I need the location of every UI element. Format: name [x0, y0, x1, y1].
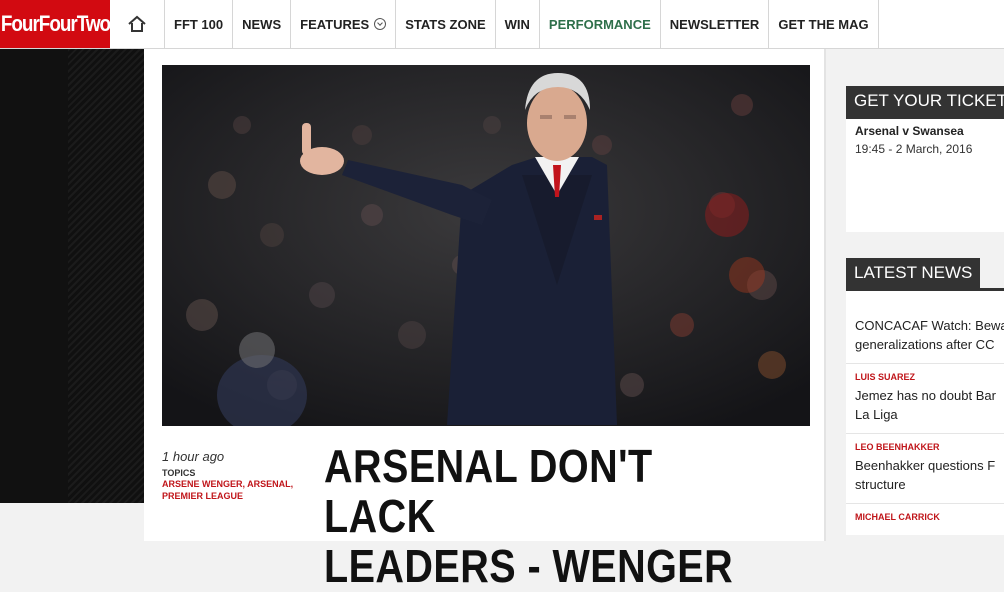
news-category[interactable]: LUIS SUAREZ — [855, 372, 1004, 382]
list-item[interactable]: MICHAEL CARRICK — [846, 504, 1004, 535]
headline-line-2: LEADERS - WENGER — [324, 540, 734, 592]
sidebar-divider — [824, 49, 826, 541]
nav-performance[interactable]: PERFORMANCE — [540, 0, 661, 48]
nav-fft100[interactable]: FFT 100 — [165, 0, 234, 48]
news-title-line: Jemez has no doubt Bar — [855, 388, 996, 403]
news-title-line: structure — [855, 477, 906, 492]
left-background-panel — [0, 49, 144, 503]
tickets-heading: GET YOUR TICKETS — [846, 86, 1004, 119]
top-navigation-bar: FourFourTwo FFT 100 NEWS FEATURES STATS … — [0, 0, 1004, 49]
ticket-time: 19:45 - 2 March, 2016 — [855, 142, 973, 156]
nav-win[interactable]: WIN — [496, 0, 540, 48]
chevron-down-icon — [374, 18, 387, 30]
nav-newsletter[interactable]: NEWSLETTER — [661, 0, 770, 48]
list-item[interactable]: LUIS SUAREZ Jemez has no doubt Bar La Li… — [846, 364, 1004, 434]
news-list: CONCACAF Watch: Bewa generalizations aft… — [846, 291, 1004, 535]
news-category[interactable]: LEO BEENHAKKER — [855, 442, 1004, 452]
site-logo[interactable]: FourFourTwo — [0, 0, 111, 48]
list-item[interactable]: CONCACAF Watch: Bewa generalizations aft… — [846, 291, 1004, 364]
article-main: 1 hour ago TOPICS ARSENE WENGER, ARSENAL… — [144, 49, 824, 591]
hero-image[interactable] — [162, 65, 810, 426]
nav-features-label: FEATURES — [300, 16, 370, 32]
article-meta: 1 hour ago TOPICS ARSENE WENGER, ARSENAL… — [162, 449, 302, 502]
manager-photo — [162, 65, 810, 426]
topics-links[interactable]: ARSENE WENGER, ARSENAL, PREMIER LEAGUE — [162, 478, 302, 502]
news-title-line: generalizations after CC — [855, 337, 995, 352]
ticket-match[interactable]: Arsenal v Swansea — [846, 124, 1004, 138]
tickets-body[interactable]: Arsenal v Swansea 19:45 - 2 March, 2016 — [846, 116, 1004, 232]
list-item[interactable]: LEO BEENHAKKER Beenhakker questions F st… — [846, 434, 1004, 504]
tickets-heading-label: GET YOUR TICKETS — [846, 86, 1004, 116]
nav-features[interactable]: FEATURES — [291, 0, 397, 48]
article-headline: ARSENAL DON'T LACK LEADERS - WENGER — [324, 441, 737, 591]
latest-news-heading-label: LATEST NEWS — [846, 258, 981, 288]
home-button[interactable] — [110, 0, 165, 48]
logo-text: FourFourTwo — [0, 11, 110, 36]
news-title-line: Beenhakker questions F — [855, 458, 996, 473]
news-title-line: CONCACAF Watch: Bewa — [855, 318, 1004, 333]
latest-news-widget: LATEST NEWS CONCACAF Watch: Bewa general… — [846, 258, 1004, 535]
news-title-line: La Liga — [855, 407, 898, 422]
headline-line-1: ARSENAL DON'T LACK — [324, 440, 653, 542]
topics-label: TOPICS — [162, 468, 196, 478]
article-time: 1 hour ago — [162, 449, 225, 464]
news-category[interactable]: MICHAEL CARRICK — [855, 512, 1004, 522]
main-nav: FFT 100 NEWS FEATURES STATS ZONE WIN PER… — [165, 0, 879, 48]
sidebar: GET YOUR TICKETS Arsenal v Swansea 19:45… — [846, 49, 1004, 541]
latest-news-heading: LATEST NEWS — [846, 258, 1004, 291]
nav-stats-zone[interactable]: STATS ZONE — [396, 0, 496, 48]
nav-news[interactable]: NEWS — [233, 0, 292, 48]
home-icon — [128, 15, 146, 32]
nav-get-the-mag[interactable]: GET THE MAG — [769, 0, 879, 48]
tickets-widget: GET YOUR TICKETS Arsenal v Swansea 19:45… — [846, 86, 1004, 232]
